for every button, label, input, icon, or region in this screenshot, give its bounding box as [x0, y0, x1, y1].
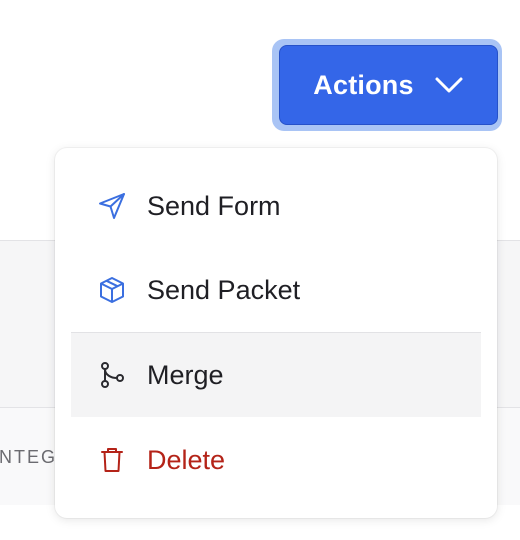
page: INTEG Actions Send Form — [0, 0, 520, 540]
menu-item-label: Send Form — [147, 190, 281, 221]
menu-item-label: Merge — [147, 359, 224, 390]
table-column-header: INTEG — [0, 447, 58, 467]
menu-item-send-packet[interactable]: Send Packet — [71, 248, 481, 332]
actions-button[interactable]: Actions — [279, 45, 498, 125]
menu-item-label: Send Packet — [147, 274, 301, 305]
menu-item-send-form[interactable]: Send Form — [71, 164, 481, 248]
send-icon — [95, 189, 129, 223]
trash-icon — [95, 443, 129, 477]
actions-button-label: Actions — [313, 69, 414, 100]
chevron-down-icon — [435, 77, 463, 93]
package-icon — [95, 273, 129, 307]
menu-item-label: Delete — [147, 444, 226, 475]
menu-item-merge[interactable]: Merge — [71, 333, 481, 417]
menu-item-delete[interactable]: Delete — [71, 418, 481, 502]
actions-dropdown-menu: Send Form Send Packet Merge Delete — [55, 148, 497, 518]
git-merge-icon — [95, 358, 129, 392]
